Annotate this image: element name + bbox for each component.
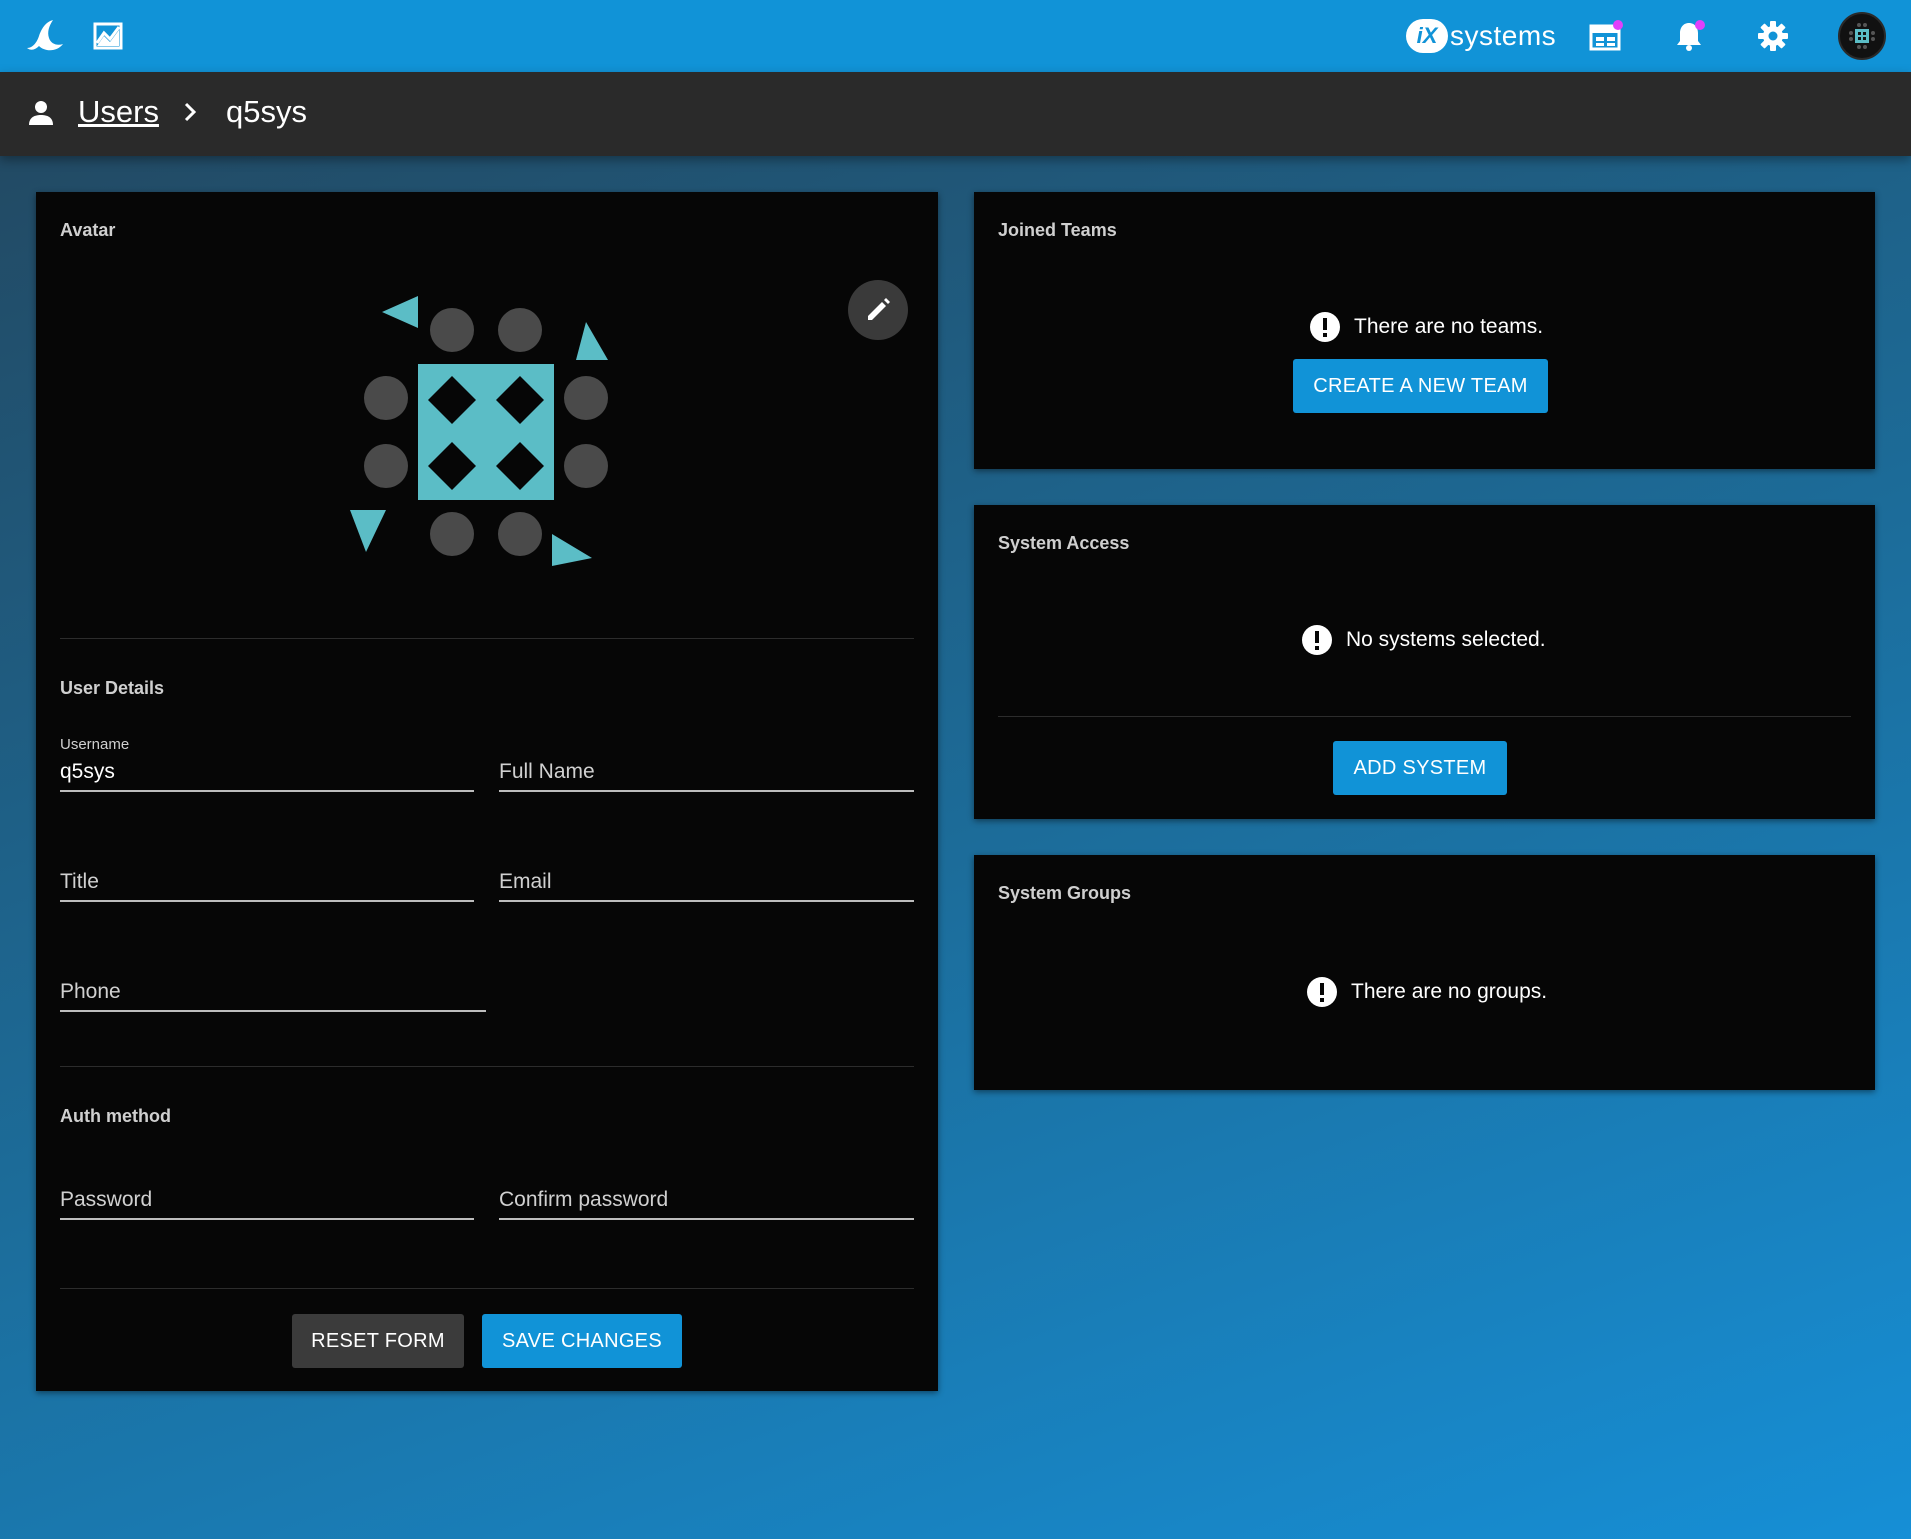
notification-dot [1695, 20, 1705, 30]
full-name-field[interactable]: Full Name [499, 736, 914, 792]
divider [998, 716, 1851, 717]
system-groups-title: System Groups [998, 883, 1132, 903]
reset-form-button[interactable]: RESET FORM [292, 1314, 464, 1368]
avatar-section-title: Avatar [60, 220, 116, 240]
system-access-card: System Access No systems selected. ADD S… [974, 505, 1875, 819]
username-value: q5sys [60, 760, 115, 783]
calendar-icon[interactable] [1583, 14, 1627, 58]
ixsystems-brand: iX systems [1406, 14, 1556, 58]
phone-placeholder: Phone [60, 980, 121, 1003]
pencil-icon [868, 298, 890, 320]
groups-empty-text: There are no groups. [1351, 980, 1548, 1003]
system-access-title: System Access [998, 533, 1130, 553]
system-groups-card: System Groups There are no groups. [974, 855, 1875, 1090]
systems-empty-message: No systems selected. [1302, 625, 1546, 655]
person-icon [29, 101, 53, 125]
create-team-button[interactable]: CREATE A NEW TEAM [1293, 359, 1548, 413]
chevron-right-icon [184, 102, 197, 122]
save-changes-button[interactable]: SAVE CHANGES [482, 1314, 682, 1368]
password-placeholder: Password [60, 1188, 153, 1211]
truecommand-logo-icon[interactable] [22, 14, 66, 58]
user-details-title: User Details [60, 678, 165, 698]
phone-field[interactable]: Phone [60, 956, 486, 1012]
bell-icon[interactable] [1667, 14, 1711, 58]
brand-text: systems [1450, 20, 1557, 51]
reports-icon[interactable] [86, 14, 130, 58]
edit-avatar-button[interactable] [848, 280, 908, 340]
username-field[interactable]: Username q5sys [60, 736, 474, 792]
teams-empty-text: There are no teams. [1354, 315, 1544, 338]
breadcrumb-users-link[interactable]: Users [78, 94, 159, 130]
user-avatar[interactable] [1838, 12, 1886, 60]
email-placeholder: Email [499, 870, 552, 893]
email-field[interactable]: Email [499, 846, 914, 902]
joined-teams-title: Joined Teams [998, 220, 1117, 240]
add-system-button[interactable]: ADD SYSTEM [1333, 741, 1507, 795]
full-name-placeholder: Full Name [499, 760, 595, 783]
systems-empty-text: No systems selected. [1346, 628, 1546, 651]
joined-teams-card: Joined Teams There are no teams. CREATE … [974, 192, 1875, 469]
alert-icon [1310, 312, 1340, 342]
notification-dot [1613, 20, 1623, 30]
alert-icon [1307, 977, 1337, 1007]
title-field[interactable]: Title [60, 846, 474, 902]
username-label: Username [60, 736, 130, 753]
avatar-image [350, 296, 608, 566]
password-field[interactable]: Password [60, 1164, 474, 1220]
divider [60, 1288, 914, 1289]
user-edit-card: Avatar User Details Username q5sys Full … [36, 192, 938, 1391]
divider [60, 638, 914, 639]
confirm-password-field[interactable]: Confirm password [499, 1164, 914, 1220]
brand-mark: iX [1406, 19, 1448, 53]
divider [60, 1066, 914, 1067]
groups-empty-message: There are no groups. [1307, 977, 1547, 1007]
auth-method-title: Auth method [60, 1106, 171, 1126]
top-bar: iX systems [0, 0, 1911, 72]
title-placeholder: Title [60, 870, 99, 893]
breadcrumb-current: q5sys [226, 94, 307, 129]
confirm-password-placeholder: Confirm password [499, 1188, 669, 1211]
teams-empty-message: There are no teams. [1310, 312, 1543, 342]
alert-icon [1302, 625, 1332, 655]
gear-icon[interactable] [1751, 14, 1795, 58]
